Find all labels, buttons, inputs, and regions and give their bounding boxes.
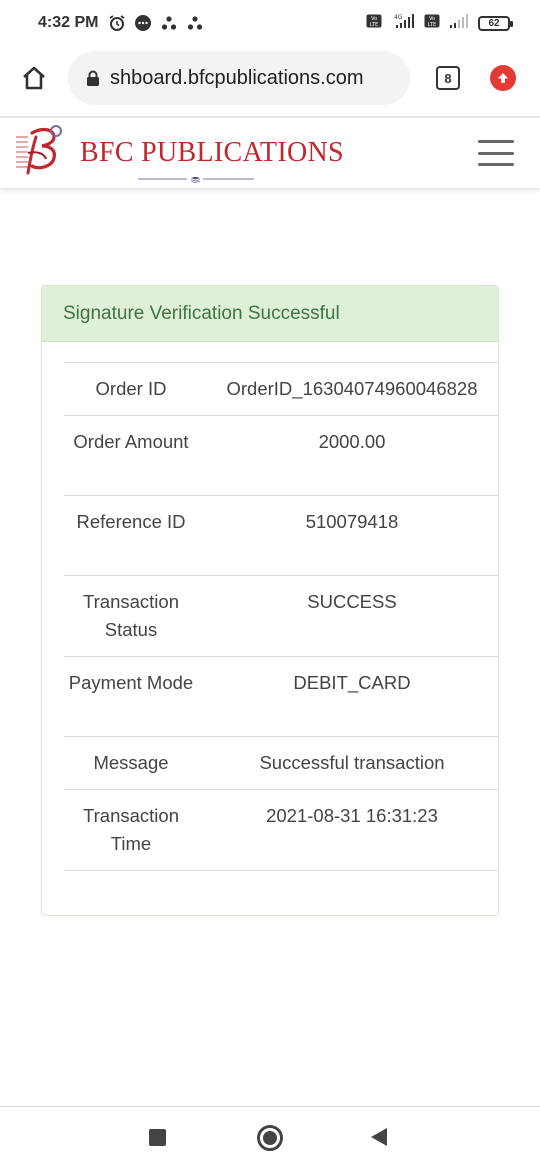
svg-text:4G: 4G — [394, 14, 403, 21]
table-row: Transaction Status SUCCESS — [64, 575, 498, 657]
triangle-back-icon[interactable] — [371, 1128, 387, 1146]
brand-name: BFC PUBLICATIONS — [80, 137, 344, 168]
row-label: Transaction Status — [83, 591, 179, 640]
site-header: BFC PUBLICATIONS — [0, 118, 540, 188]
row-label: Message — [93, 752, 169, 773]
circle-icon[interactable] — [257, 1125, 283, 1151]
hamburger-menu-icon[interactable] — [478, 140, 514, 166]
system-nav-bar — [0, 1107, 540, 1170]
row-value: DEBIT_CARD — [293, 672, 411, 693]
row-value: OrderID_16304074960046828 — [226, 378, 478, 399]
table-row: Transaction Time 2021-08-31 16:31:23 — [64, 789, 498, 871]
address-bar[interactable]: shboard.bfcpublications.com — [68, 51, 410, 105]
lock-icon — [86, 70, 100, 86]
bfc-logo-icon[interactable] — [14, 123, 72, 183]
row-value: 2021-08-31 16:31:23 — [266, 805, 438, 826]
signal-4g-icon: 4G — [390, 13, 416, 34]
browser-toolbar: shboard.bfcpublications.com 8 — [0, 46, 540, 110]
svg-text:LTE: LTE — [370, 22, 378, 28]
alarm-icon — [108, 14, 126, 32]
row-value: SUCCESS — [307, 591, 397, 612]
logo-underline — [138, 177, 254, 183]
tab-switcher-button[interactable]: 8 — [436, 66, 460, 90]
square-icon[interactable] — [149, 1129, 166, 1146]
row-value: 2000.00 — [318, 431, 386, 452]
row-label: Order ID — [95, 378, 167, 399]
url-text[interactable]: shboard.bfcpublications.com — [110, 67, 363, 90]
table-row: Payment Mode DEBIT_CARD — [64, 656, 498, 737]
app-notification-icon — [160, 14, 178, 32]
success-alert: Signature Verification Successful — [42, 286, 498, 342]
message-bubble-icon — [134, 14, 152, 32]
volte-icon: Vo LTE — [366, 14, 382, 33]
notification-icons — [108, 14, 204, 32]
table-row: Order ID OrderID_16304074960046828 — [64, 362, 498, 416]
table-row: Order Amount 2000.00 — [64, 415, 498, 496]
svg-text:LTE: LTE — [428, 22, 436, 28]
row-label: Payment Mode — [68, 672, 194, 693]
system-status-icons: Vo LTE 4G Vo LTE 62 — [366, 13, 513, 34]
table-row: Reference ID 510079418 — [64, 495, 498, 576]
transaction-details-table: Order ID OrderID_16304074960046828 Order… — [64, 362, 498, 871]
row-label: Transaction Time — [83, 805, 179, 854]
battery-icon: 62 — [478, 15, 513, 31]
home-icon[interactable] — [16, 60, 52, 96]
status-bar: 4:32 PM Vo LTE 4G Vo LTE 62 — [0, 0, 540, 46]
app-notification-icon — [186, 14, 204, 32]
row-value: Successful transaction — [259, 752, 445, 773]
volte-icon: Vo LTE — [424, 14, 440, 33]
row-value: 510079418 — [305, 511, 399, 532]
table-row: Message Successful transaction — [64, 736, 498, 790]
status-time: 4:32 PM — [38, 14, 99, 31]
arrow-up-icon[interactable] — [490, 65, 516, 91]
verification-card: Signature Verification Successful Order … — [41, 285, 499, 916]
signal-icon — [448, 13, 470, 34]
brand-logo[interactable]: BFC PUBLICATIONS — [80, 123, 344, 183]
row-label: Reference ID — [76, 511, 186, 532]
row-label: Order Amount — [73, 431, 189, 452]
